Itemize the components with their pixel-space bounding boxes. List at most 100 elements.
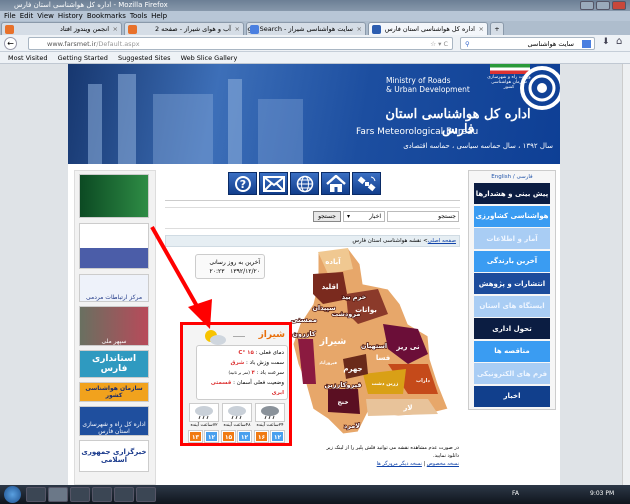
menu-item-2[interactable]: آمار و اطلاعات xyxy=(474,228,550,249)
city-sepidan: سپیدان xyxy=(312,304,335,312)
slogan: سال ۱۳۹۲ ، سال حماسه سیاسی ، حماسه اقتصا… xyxy=(403,142,553,150)
menu-item-1[interactable]: هواشناسی کشاورزی xyxy=(474,205,550,227)
banner-leader[interactable] xyxy=(79,174,149,218)
home-icon[interactable]: ⌂ xyxy=(616,36,622,47)
minimize-button[interactable] xyxy=(580,1,594,10)
banner-roads[interactable]: اداره کل راه و شهرسازی استان فارس xyxy=(79,406,149,436)
lang-english[interactable]: English xyxy=(491,174,511,180)
help-button[interactable]: ? xyxy=(228,172,257,195)
close-tab-icon[interactable]: × xyxy=(235,23,240,35)
maximize-button[interactable] xyxy=(596,1,610,10)
taskbar-ie[interactable] xyxy=(70,487,90,502)
menu-edit[interactable]: Edit xyxy=(20,12,34,20)
home-button[interactable] xyxy=(321,172,350,195)
link-special-version[interactable]: نسخه مخصوص xyxy=(427,461,459,467)
bookmark-suggested-sites[interactable]: Suggested Sites xyxy=(118,54,171,62)
site-search-input[interactable] xyxy=(387,211,459,222)
city-firuzabad: فیروزآباد xyxy=(319,360,337,365)
forecast-min-temp: ۱۲ xyxy=(237,430,252,443)
bookmarks-toolbar: Most Visited Getting Started Suggested S… xyxy=(0,52,630,64)
city-fasa: فسا xyxy=(376,354,391,362)
menu-help[interactable]: Help xyxy=(151,12,167,20)
search-category-select[interactable]: اخبار ▾ xyxy=(343,211,385,222)
forecast-label: ۴۸ساعت آینده xyxy=(223,423,251,428)
favicon-icon xyxy=(372,25,381,34)
search-bar[interactable]: سایت هواشناسی ⚲ xyxy=(460,37,595,50)
city-neyriz: نی ریز xyxy=(395,343,420,351)
bookmark-most-visited[interactable]: Most Visited xyxy=(8,54,48,62)
menu-tools[interactable]: Tools xyxy=(130,12,147,20)
tab-1[interactable]: انجمن ویندوز افتاد × xyxy=(1,22,122,35)
menu-bookmarks[interactable]: Bookmarks xyxy=(87,12,126,20)
home-icon xyxy=(325,174,346,192)
banner-public-relations[interactable]: مرکز ارتباطات مردمی xyxy=(79,274,149,302)
taskbar-app2[interactable] xyxy=(114,487,134,502)
site-title-en: Fars Meteorological Bureau xyxy=(356,127,479,137)
fars-weather-map[interactable]: آباده اقلید بوانات نی ریز شیراز فسا جهرم… xyxy=(288,244,460,444)
bookmark-web-slice-gallery[interactable]: Web Slice Gallery xyxy=(181,54,238,62)
mail-button[interactable] xyxy=(259,172,288,195)
ministry-text: Ministry of Roads & Urban Development xyxy=(386,76,470,94)
cloud-rain-icon xyxy=(261,406,279,420)
banner-irna[interactable]: خبرگزاری جمهوری اسلامی xyxy=(79,440,149,472)
forecast-max-temp: ۱۶ xyxy=(254,430,269,443)
search-icon[interactable]: ⚲ xyxy=(465,38,470,50)
banner-meteorology-org[interactable]: سازمان هواشناسی کشور xyxy=(79,382,149,402)
menu-item-6[interactable]: تحول اداری xyxy=(474,318,550,339)
city-shiraz: شیراز xyxy=(319,337,347,347)
language-indicator[interactable]: FA xyxy=(512,490,519,497)
clock[interactable]: 9:03 PM xyxy=(590,490,614,497)
menu-item-7[interactable]: مناقصه ها xyxy=(474,340,550,362)
menu-item-3[interactable]: آخرین بارندگی xyxy=(474,250,550,272)
forecast-min-temp: ۱۲ xyxy=(204,430,219,443)
url-bar[interactable]: www.farsmet.ir/Default.aspx ☆ ▾ C xyxy=(28,37,453,50)
forecast-label: ۷۲ساعت آینده xyxy=(190,423,218,428)
scrollbar[interactable] xyxy=(622,64,630,485)
satellite-icon xyxy=(357,176,376,191)
menu-item-4[interactable]: انتشارات و پژوهش xyxy=(474,273,550,294)
taskbar-photoshop[interactable] xyxy=(136,487,156,502)
cloud-rain-icon xyxy=(195,406,213,420)
city-mamasani: ممسنی xyxy=(291,316,317,324)
forecast-card xyxy=(189,403,219,422)
lang-farsi[interactable]: فارسی xyxy=(517,174,533,180)
back-button[interactable]: ← xyxy=(4,37,17,50)
left-sidebar: مرکز ارتباطات مردمی سپهر ملی استانداری ف… xyxy=(74,170,156,485)
taskbar-app[interactable] xyxy=(92,487,112,502)
menu-history[interactable]: History xyxy=(58,12,83,20)
taskbar-explorer[interactable] xyxy=(26,487,46,502)
menu-item-0[interactable]: پیش بینی و هشدارها xyxy=(474,183,550,204)
banner-president[interactable] xyxy=(79,223,149,269)
forecast-max-temp: ۱۵ xyxy=(221,430,236,443)
menu-item-8[interactable]: فرم های الکترونیکی xyxy=(474,363,550,384)
mail-icon xyxy=(262,175,285,192)
map-note: در صورت عدم مشاهده نقشه می توانید فلش پل… xyxy=(326,445,459,467)
menu-view[interactable]: View xyxy=(37,12,54,20)
taskbar-firefox[interactable] xyxy=(48,487,68,502)
bookmark-star-icon[interactable]: ☆ ▾ C xyxy=(430,38,448,50)
globe-button[interactable] xyxy=(290,172,319,195)
banner-governorate[interactable]: استانداری فارس xyxy=(79,350,149,378)
satellite-button[interactable] xyxy=(352,172,381,195)
tab-4-active[interactable]: اداره کل هواشناسی استان فارس × xyxy=(368,22,488,35)
tab-3[interactable]: سایت هواشناسی شیراز - Google Search× xyxy=(246,22,366,35)
new-tab-button[interactable]: + xyxy=(490,22,504,35)
favicon-icon xyxy=(5,25,14,34)
close-tab-icon[interactable]: × xyxy=(357,23,362,35)
link-other-browsers[interactable]: نسخه دیگر مرورگر ها xyxy=(377,461,422,467)
menu-item-9[interactable]: اخبار xyxy=(474,385,550,407)
bookmark-getting-started[interactable]: Getting Started xyxy=(58,54,108,62)
close-tab-icon[interactable]: × xyxy=(479,23,484,35)
city-khonj: خنج xyxy=(337,399,348,406)
banner-national[interactable]: سپهر ملی xyxy=(79,306,149,346)
city-qir-karzin: قیروکارزین xyxy=(325,381,362,389)
tab-2[interactable]: آب و هوای شیراز - صفحه 2 × xyxy=(124,22,244,35)
start-button[interactable] xyxy=(4,486,21,503)
download-icon[interactable]: ⬇ xyxy=(602,37,610,47)
search-button[interactable]: جستجو xyxy=(313,211,341,222)
menu-item-5[interactable]: ایستگاه های استان xyxy=(474,295,550,317)
close-window-button[interactable] xyxy=(612,1,626,10)
city-weather-panel: شیراز دمای فعلی : ۱۵ °C سمت وزش باد : شر… xyxy=(180,322,292,446)
menu-file[interactable]: File xyxy=(4,12,16,20)
close-tab-icon[interactable]: × xyxy=(113,23,118,35)
